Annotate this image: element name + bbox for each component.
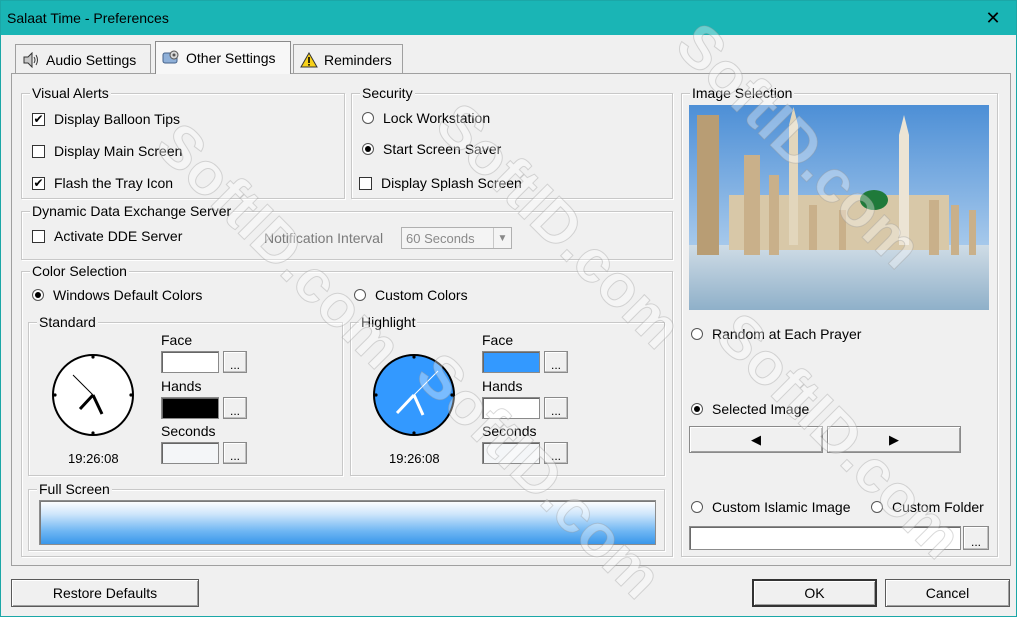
ok-button[interactable]: OK	[752, 579, 877, 607]
radio-label: Lock Workstation	[383, 110, 491, 126]
dde-title: Dynamic Data Exchange Server	[30, 202, 234, 220]
speaker-icon	[22, 51, 40, 69]
checkbox-box	[32, 229, 45, 243]
standard-time: 19:26:08	[68, 451, 119, 466]
highlight-face-swatch	[482, 351, 540, 373]
highlight-seconds-picker-button[interactable]: ...	[544, 442, 568, 464]
standard-seconds-label: Seconds	[161, 423, 216, 439]
radio-button	[32, 289, 44, 301]
radio-label: Custom Folder	[892, 499, 984, 515]
radio-label: Selected Image	[712, 401, 810, 417]
visual-alerts-title: Visual Alerts	[30, 84, 111, 102]
color-selection-title: Color Selection	[30, 262, 129, 280]
tab-label: Audio Settings	[46, 51, 137, 68]
window-title: Salaat Time - Preferences	[7, 10, 169, 26]
mosque-image	[689, 105, 989, 310]
checkbox-check-icon: ✔	[32, 112, 45, 126]
security-title: Security	[360, 84, 415, 102]
cancel-button[interactable]: Cancel	[885, 579, 1010, 607]
checkbox-label: Activate DDE Server	[54, 228, 183, 244]
display-main-screen-checkbox[interactable]: Display Main Screen	[32, 143, 182, 159]
highlight-seconds-swatch	[482, 442, 540, 464]
standard-seconds-swatch	[161, 442, 219, 464]
standard-hands-picker-button[interactable]: ...	[223, 397, 247, 419]
arrow-right-icon: ▶	[889, 431, 899, 447]
highlight-hands-picker-button[interactable]: ...	[544, 397, 568, 419]
radio-label: Custom Colors	[375, 287, 468, 303]
standard-face-swatch	[161, 351, 219, 373]
display-balloon-tips-checkbox[interactable]: ✔ Display Balloon Tips	[32, 111, 180, 127]
highlight-clock-icon	[373, 354, 455, 436]
full-screen-preview[interactable]	[39, 500, 656, 545]
custom-islamic-image-radio[interactable]: Custom Islamic Image	[691, 499, 850, 515]
tab-label: Reminders	[324, 51, 392, 68]
full-screen-title: Full Screen	[37, 480, 112, 498]
close-icon[interactable]: ✕	[970, 1, 1016, 35]
highlight-hands-label: Hands	[482, 378, 523, 394]
standard-hands-swatch	[161, 397, 219, 419]
radio-button	[691, 501, 703, 513]
radio-button	[691, 328, 703, 340]
dropdown-value: 60 Seconds	[406, 230, 475, 246]
preferences-window: Salaat Time - Preferences ✕ Audio Settin…	[0, 0, 1017, 617]
browse-folder-button[interactable]: ...	[963, 526, 989, 550]
restore-defaults-button[interactable]: Restore Defaults	[11, 579, 199, 607]
checkbox-label: Display Balloon Tips	[54, 111, 181, 127]
tab-audio-settings[interactable]: Audio Settings	[15, 44, 151, 74]
tab-other-settings[interactable]: Other Settings	[155, 41, 291, 74]
highlight-hands-swatch	[482, 397, 540, 419]
radio-label: Random at Each Prayer	[712, 326, 862, 342]
standard-face-picker-button[interactable]: ...	[223, 351, 247, 373]
highlight-face-picker-button[interactable]: ...	[544, 351, 568, 373]
radio-label: Start Screen Saver	[383, 141, 502, 157]
display-splash-screen-checkbox[interactable]: Display Splash Screen	[359, 175, 522, 191]
gear-icon	[162, 49, 180, 67]
windows-default-colors-radio[interactable]: Windows Default Colors	[32, 287, 202, 303]
custom-folder-input[interactable]	[689, 526, 961, 550]
activate-dde-server-checkbox[interactable]: Activate DDE Server	[32, 228, 182, 244]
highlight-face-label: Face	[482, 332, 514, 348]
flash-tray-icon-checkbox[interactable]: ✔ Flash the Tray Icon	[32, 175, 173, 191]
next-image-button[interactable]: ▶	[827, 426, 961, 453]
radio-button	[354, 289, 366, 301]
tab-reminders[interactable]: Reminders	[293, 44, 403, 74]
radio-button	[362, 112, 374, 124]
start-screen-saver-radio[interactable]: Start Screen Saver	[362, 141, 501, 157]
checkbox-label: Display Main Screen	[54, 143, 183, 159]
highlight-title: Highlight	[359, 313, 418, 331]
tab-label: Other Settings	[186, 50, 276, 66]
radio-button	[871, 501, 883, 513]
custom-colors-radio[interactable]: Custom Colors	[354, 287, 468, 303]
notification-interval-label: Notification Interval	[264, 230, 384, 246]
highlight-seconds-label: Seconds	[482, 423, 537, 439]
previous-image-button[interactable]: ◀	[689, 426, 823, 453]
notification-interval-dropdown[interactable]: 60 Seconds ▼	[401, 227, 512, 249]
radio-label: Windows Default Colors	[53, 287, 203, 303]
arrow-left-icon: ◀	[751, 431, 761, 447]
standard-face-label: Face	[161, 332, 193, 348]
checkbox-label: Display Splash Screen	[381, 175, 522, 191]
checkbox-box	[32, 144, 45, 158]
checkbox-check-icon: ✔	[32, 176, 45, 190]
lock-workstation-radio[interactable]: Lock Workstation	[362, 110, 490, 126]
standard-clock-icon	[52, 354, 134, 436]
checkbox-label: Flash the Tray Icon	[54, 175, 174, 191]
standard-hands-label: Hands	[161, 378, 202, 394]
selected-image-radio[interactable]: Selected Image	[691, 401, 809, 417]
title-bar: Salaat Time - Preferences ✕	[1, 1, 1016, 35]
chevron-down-icon: ▼	[493, 228, 511, 248]
checkbox-box	[359, 176, 372, 190]
radio-button	[362, 143, 374, 155]
random-each-prayer-radio[interactable]: Random at Each Prayer	[691, 326, 861, 342]
warning-icon	[300, 51, 318, 69]
highlight-time: 19:26:08	[389, 451, 440, 466]
image-selection-title: Image Selection	[690, 84, 795, 102]
radio-button	[691, 403, 703, 415]
custom-folder-radio[interactable]: Custom Folder	[871, 499, 984, 515]
radio-label: Custom Islamic Image	[712, 499, 851, 515]
standard-title: Standard	[37, 313, 98, 331]
standard-seconds-picker-button[interactable]: ...	[223, 442, 247, 464]
